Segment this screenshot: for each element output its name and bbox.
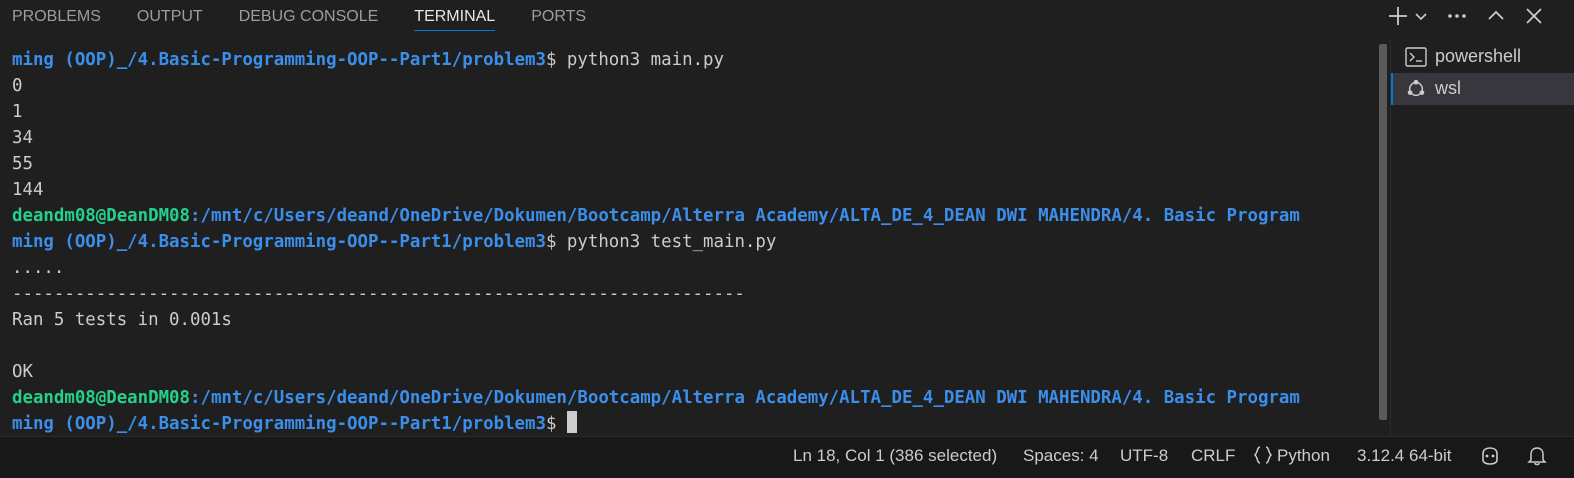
new-terminal-button[interactable] (1384, 2, 1412, 30)
command-text: $ (545, 414, 567, 434)
copilot-button[interactable] (1478, 444, 1502, 474)
prompt-path: ming (OOP)_/4.Basic-Programming-OOP--Par… (12, 232, 546, 252)
command-text: $ python3 main.py (545, 50, 724, 70)
terminal-line: 1 (12, 102, 23, 122)
status-bar: Ln 18, Col 1 (386 selected) Spaces: 4 UT… (0, 436, 1574, 478)
terminal-item-wsl[interactable]: wsl (1391, 73, 1574, 105)
eol-status[interactable]: CRLF (1191, 445, 1235, 467)
maximize-panel-button[interactable] (1482, 2, 1510, 30)
terminal-item-label: powershell (1435, 46, 1522, 66)
terminal-line: 34 (12, 128, 33, 148)
close-panel-button[interactable] (1520, 2, 1548, 30)
terminal-line: Ran 5 tests in 0.001s (12, 310, 232, 330)
prompt-path: :/mnt/c/Users/deand/OneDrive/Dokumen/Boo… (190, 206, 1300, 226)
encoding-status[interactable]: UTF-8 (1120, 445, 1168, 467)
copilot-icon (1482, 447, 1498, 465)
bell-icon (1527, 447, 1547, 466)
plus-icon (1389, 7, 1407, 25)
prompt-path: ming (OOP)_/4.Basic-Programming-OOP--Par… (12, 50, 546, 70)
linux-icon (1407, 79, 1425, 97)
notifications-button[interactable] (1526, 444, 1548, 472)
command-text: $ python3 test_main.py (545, 232, 777, 252)
terminal-line: ming (OOP)_/4.Basic-Programming-OOP--Par… (12, 229, 776, 255)
panel-tabs: PROBLEMS OUTPUT DEBUG CONSOLE TERMINAL P… (12, 0, 622, 34)
python-interpreter[interactable]: 3.12.4 64-bit (1357, 445, 1452, 467)
language-mode[interactable]: Python (1253, 445, 1330, 467)
ellipsis-icon (1448, 14, 1466, 18)
terminal-line: ..... (12, 258, 65, 278)
language-label: Python (1277, 446, 1330, 465)
indentation-status[interactable]: Spaces: 4 (1023, 445, 1099, 467)
terminal-list: powershell wsl (1391, 40, 1574, 436)
terminal-line: deandm08@DeanDM08:/mnt/c/Users/deand/One… (12, 385, 1300, 411)
scrollbar-thumb[interactable] (1379, 44, 1387, 420)
more-actions-button[interactable] (1443, 2, 1471, 30)
prompt-user: deandm08@DeanDM08 (12, 206, 190, 226)
terminal-item-label: wsl (1435, 78, 1461, 98)
prompt-path: ming (OOP)_/4.Basic-Programming-OOP--Par… (12, 414, 546, 434)
chevron-down-icon (1415, 13, 1427, 21)
panel-header: PROBLEMS OUTPUT DEBUG CONSOLE TERMINAL P… (0, 0, 1574, 34)
terminal-line: 0 (12, 76, 23, 96)
launch-profile-button[interactable] (1412, 2, 1430, 30)
cursor-position[interactable]: Ln 18, Col 1 (386 selected) (793, 445, 997, 467)
tab-output[interactable]: OUTPUT (137, 0, 203, 34)
terminal-line: 144 (12, 180, 44, 200)
terminal-output[interactable]: ming (OOP)_/4.Basic-Programming-OOP--Par… (0, 40, 1376, 436)
terminal-line: ming (OOP)_/4.Basic-Programming-OOP--Par… (12, 411, 577, 436)
terminal-item-powershell[interactable]: powershell (1391, 41, 1574, 73)
tab-ports[interactable]: PORTS (531, 0, 586, 34)
tab-terminal[interactable]: TERMINAL (414, 0, 495, 34)
terminal-line: deandm08@DeanDM08:/mnt/c/Users/deand/One… (12, 203, 1300, 229)
terminal-line: ming (OOP)_/4.Basic-Programming-OOP--Par… (12, 47, 724, 73)
tab-problems[interactable]: PROBLEMS (12, 0, 101, 34)
tab-debug-console[interactable]: DEBUG CONSOLE (239, 0, 379, 34)
close-icon (1526, 8, 1542, 24)
terminal-line: 55 (12, 154, 33, 174)
chevron-up-icon (1488, 10, 1504, 20)
prompt-user: deandm08@DeanDM08 (12, 388, 190, 408)
terminal-line: OK (12, 362, 33, 382)
terminal-line: ----------------------------------------… (12, 284, 745, 304)
prompt-path: :/mnt/c/Users/deand/OneDrive/Dokumen/Boo… (190, 388, 1300, 408)
braces-icon (1253, 446, 1273, 464)
terminal-cursor (566, 411, 577, 433)
terminal-icon (1405, 47, 1427, 67)
